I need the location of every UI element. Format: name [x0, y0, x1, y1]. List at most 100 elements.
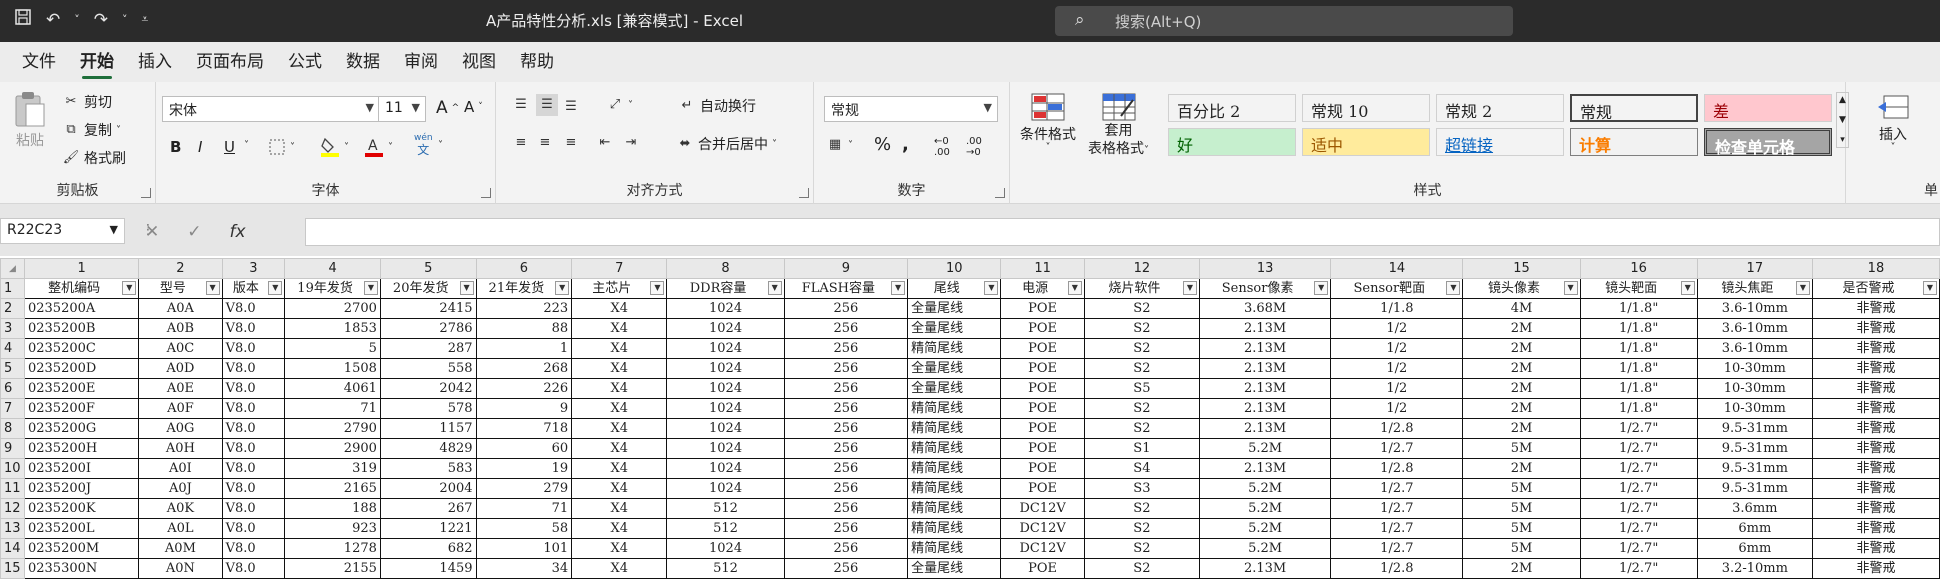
- table-cell[interactable]: 非警戒: [1811, 558, 1940, 579]
- table-cell[interactable]: 1/2.7: [1330, 498, 1464, 519]
- table-cell[interactable]: 2.13M: [1198, 558, 1332, 579]
- row-number[interactable]: 4: [0, 338, 25, 359]
- more-icon[interactable]: ▾: [1840, 135, 1845, 145]
- table-cell[interactable]: 4829: [379, 438, 477, 459]
- header-cell[interactable]: 镜头像素 ▼: [1462, 278, 1581, 299]
- table-cell[interactable]: 0235200G: [23, 418, 140, 439]
- tab-home[interactable]: 开始: [68, 42, 126, 82]
- style-normal-10[interactable]: 常规 10: [1302, 94, 1430, 122]
- table-cell[interactable]: 5M: [1462, 478, 1581, 499]
- table-cell[interactable]: 非警戒: [1811, 438, 1940, 459]
- table-cell[interactable]: 1/1.8": [1579, 318, 1698, 339]
- table-cell[interactable]: 1024: [666, 318, 785, 339]
- table-cell[interactable]: 71: [284, 398, 381, 419]
- table-cell[interactable]: 5.2M: [1198, 478, 1332, 499]
- table-cell[interactable]: 1/2: [1330, 338, 1464, 359]
- table-cell[interactable]: 1024: [666, 338, 785, 359]
- table-cell[interactable]: X4: [571, 358, 668, 379]
- format-as-table-button[interactable]: 套用 表格格式˅: [1088, 92, 1149, 160]
- table-cell[interactable]: DC12V: [1000, 518, 1085, 539]
- table-cell[interactable]: DC12V: [1000, 498, 1085, 519]
- table-cell[interactable]: 9.5-31mm: [1696, 418, 1813, 439]
- table-cell[interactable]: 1/2.7: [1330, 518, 1464, 539]
- table-cell[interactable]: 5M: [1462, 498, 1581, 519]
- table-cell[interactable]: 精简尾线: [907, 398, 1002, 419]
- table-cell[interactable]: 1/1.8": [1579, 398, 1698, 419]
- table-cell[interactable]: 0235200D: [23, 358, 140, 379]
- table-cell[interactable]: V8.0: [221, 538, 286, 559]
- table-cell[interactable]: 578: [379, 398, 477, 419]
- align-bottom-button[interactable]: ☰: [562, 98, 580, 116]
- table-cell[interactable]: POE: [1000, 458, 1085, 479]
- phonetic-button[interactable]: wén 文: [414, 132, 433, 156]
- dialog-launcher-icon[interactable]: [799, 188, 809, 198]
- table-cell[interactable]: 1/2.7: [1330, 538, 1464, 559]
- table-cell[interactable]: 3.6-10mm: [1696, 318, 1813, 339]
- table-cell[interactable]: 3.2-10mm: [1696, 558, 1813, 579]
- percent-button[interactable]: %: [874, 134, 891, 155]
- table-cell[interactable]: S2: [1083, 338, 1200, 359]
- table-cell[interactable]: 0235200E: [23, 378, 140, 399]
- table-cell[interactable]: 1024: [666, 378, 785, 399]
- table-cell[interactable]: 0235200M: [23, 538, 140, 559]
- table-cell[interactable]: A0H: [138, 438, 223, 459]
- table-cell[interactable]: 2M: [1462, 318, 1581, 339]
- paste-button[interactable]: 粘贴: [12, 90, 48, 150]
- table-cell[interactable]: X4: [571, 498, 668, 519]
- table-cell[interactable]: 5M: [1462, 438, 1581, 459]
- table-cell[interactable]: 10-30mm: [1696, 378, 1813, 399]
- filter-dropdown-icon[interactable]: ▼: [555, 281, 570, 295]
- table-cell[interactable]: 2700: [284, 298, 381, 319]
- filter-dropdown-icon[interactable]: ▼: [1314, 281, 1329, 295]
- table-cell[interactable]: 1024: [666, 398, 785, 419]
- column-header[interactable]: 14: [1330, 258, 1464, 279]
- table-cell[interactable]: 1/1.8": [1579, 378, 1698, 399]
- increase-indent-button[interactable]: ⇥: [622, 134, 640, 152]
- table-cell[interactable]: 2M: [1462, 398, 1581, 419]
- table-cell[interactable]: DC12V: [1000, 538, 1085, 559]
- table-cell[interactable]: 923: [284, 518, 381, 539]
- table-cell[interactable]: V8.0: [221, 298, 286, 319]
- table-cell[interactable]: 4M: [1462, 298, 1581, 319]
- header-cell[interactable]: 电源 ▼: [1000, 278, 1085, 299]
- table-cell[interactable]: 256: [783, 438, 909, 459]
- filter-dropdown-icon[interactable]: ▼: [1446, 281, 1461, 295]
- table-cell[interactable]: V8.0: [221, 458, 286, 479]
- header-cell[interactable]: 镜头焦距 ▼: [1696, 278, 1813, 299]
- header-cell[interactable]: 版本 ▼: [221, 278, 286, 299]
- table-cell[interactable]: 718: [475, 418, 573, 439]
- table-cell[interactable]: POE: [1000, 298, 1085, 319]
- header-cell[interactable]: 烧片软件 ▼: [1083, 278, 1200, 299]
- table-cell[interactable]: 2165: [284, 478, 381, 499]
- table-cell[interactable]: POE: [1000, 378, 1085, 399]
- table-cell[interactable]: 1024: [666, 478, 785, 499]
- table-cell[interactable]: 1/2.7": [1579, 498, 1698, 519]
- row-number[interactable]: 2: [0, 298, 25, 319]
- table-cell[interactable]: 5.2M: [1198, 438, 1332, 459]
- table-cell[interactable]: 5: [284, 338, 381, 359]
- save-icon[interactable]: [14, 8, 32, 31]
- column-header[interactable]: 15: [1462, 258, 1581, 279]
- table-cell[interactable]: V8.0: [221, 398, 286, 419]
- table-cell[interactable]: X4: [571, 438, 668, 459]
- table-cell[interactable]: S2: [1083, 418, 1200, 439]
- table-cell[interactable]: 0235200H: [23, 438, 140, 459]
- table-cell[interactable]: 1/1.8": [1579, 338, 1698, 359]
- table-cell[interactable]: 非警戒: [1811, 298, 1940, 319]
- table-cell[interactable]: 2155: [284, 558, 381, 579]
- table-cell[interactable]: 非警戒: [1811, 418, 1940, 439]
- table-cell[interactable]: S2: [1083, 558, 1200, 579]
- table-cell[interactable]: X4: [571, 478, 668, 499]
- table-cell[interactable]: 2M: [1462, 358, 1581, 379]
- table-cell[interactable]: X4: [571, 318, 668, 339]
- tab-help[interactable]: 帮助: [508, 42, 566, 82]
- table-cell[interactable]: X4: [571, 398, 668, 419]
- row-number[interactable]: 9: [0, 438, 25, 459]
- table-cell[interactable]: 非警戒: [1811, 478, 1940, 499]
- table-cell[interactable]: 1/1.8": [1579, 358, 1698, 379]
- table-cell[interactable]: A0E: [138, 378, 223, 399]
- table-cell[interactable]: V8.0: [221, 418, 286, 439]
- table-cell[interactable]: 全量尾线: [907, 318, 1002, 339]
- table-cell[interactable]: 3.6-10mm: [1696, 298, 1813, 319]
- table-cell[interactable]: 精简尾线: [907, 458, 1002, 479]
